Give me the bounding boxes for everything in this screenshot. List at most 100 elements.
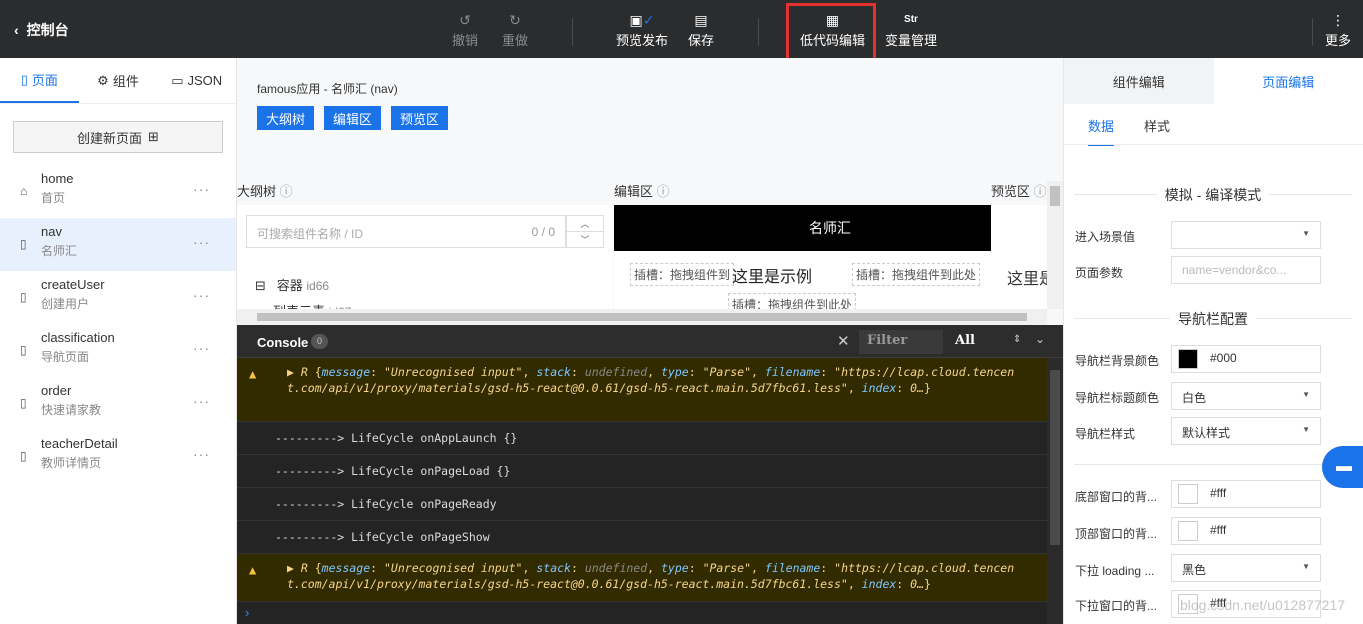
toggle-editor-button[interactable]: 编辑区: [324, 106, 382, 130]
tab-page-edit[interactable]: 页面编辑: [1213, 58, 1363, 104]
example-text: 这里是示例: [732, 269, 813, 286]
page-more-button[interactable]: ···: [193, 393, 210, 409]
tab-json[interactable]: ▭ JSON: [157, 58, 236, 103]
nav-title-color-select[interactable]: 白色 ▼: [1171, 382, 1321, 410]
console-warning-row[interactable]: ▲ ▶ R {message: "Unrecognised input", st…: [237, 554, 1063, 602]
warning-icon: ▲: [249, 563, 257, 577]
expand-triangle-icon[interactable]: ▶: [287, 365, 294, 379]
page-more-button[interactable]: ···: [193, 181, 210, 197]
view-toggle-group: 大纲树 编辑区 预览区: [257, 106, 449, 130]
page-params-input[interactable]: name=vendor&co...: [1171, 256, 1321, 284]
annotation-highlight-box: [786, 3, 876, 61]
workspace-horizontal-scrollbar[interactable]: [237, 309, 1047, 325]
console-log-row: ---------> LifeCycle onPageLoad {}: [237, 455, 1063, 488]
console-prompt-input[interactable]: ›: [245, 605, 249, 620]
editor-heading: 编辑区 ⓘ: [614, 181, 670, 200]
create-new-page-button[interactable]: 创建新页面 ⊞: [13, 121, 223, 153]
bottom-bg-color-input[interactable]: #fff: [1171, 480, 1321, 508]
page-icon: ▯: [20, 71, 28, 87]
warn-message: "Unrecognised input": [384, 561, 523, 575]
pulldown-loading-select[interactable]: 黑色 ▼: [1171, 554, 1321, 582]
warn-type: "Parse": [702, 561, 752, 575]
preview-publish-button[interactable]: ▣✓ 预览发布: [616, 10, 668, 49]
undo-button[interactable]: ↺ 撤销: [452, 10, 478, 49]
toggle-outline-button[interactable]: 大纲树: [257, 106, 315, 130]
slot-dropzone[interactable]: 插槽：拖拽组件到此处: [852, 263, 981, 286]
page-item-home[interactable]: ⌂ home 首页 ···: [0, 165, 236, 218]
scene-value-select[interactable]: ▼: [1171, 221, 1321, 249]
str-variable-icon: Str: [904, 14, 918, 25]
page-more-button[interactable]: ···: [193, 234, 210, 250]
nav-title-color-value: 白色: [1182, 391, 1207, 405]
pulldown-loading-value: 黑色: [1182, 563, 1207, 577]
search-count: 0 / 0: [531, 225, 555, 239]
left-tabs: ▯ 页面 ⚙ 组件 ▭ JSON: [0, 58, 236, 104]
toggle-preview-button[interactable]: 预览区: [391, 106, 449, 130]
collapse-icon[interactable]: ⊟: [255, 278, 266, 293]
warning-icon: ▲: [249, 367, 257, 381]
search-stepper[interactable]: ︿ ﹀: [566, 215, 604, 248]
console-warning-row[interactable]: ▲ ▶ R {message: "Unrecognised input", st…: [237, 358, 1063, 422]
section-navbar: 导航栏配置: [1074, 309, 1352, 329]
tree-node-container[interactable]: ⊟ 容器 id66: [255, 275, 329, 294]
page-more-button[interactable]: ···: [193, 287, 210, 303]
expand-triangle-icon[interactable]: ▶: [287, 561, 294, 575]
page-item-createuser[interactable]: ▯ createUser 创建用户 ···: [0, 271, 236, 324]
color-swatch[interactable]: [1178, 349, 1198, 369]
chevron-down-icon[interactable]: ⌄: [1035, 332, 1045, 346]
page-more-button[interactable]: ···: [193, 340, 210, 356]
subtab-style[interactable]: 样式: [1144, 116, 1170, 146]
page-more-button[interactable]: ···: [193, 446, 210, 462]
scrollbar-thumb[interactable]: [1050, 186, 1060, 206]
scrollbar-thumb[interactable]: [257, 313, 1027, 321]
save-icon: ▤: [694, 12, 708, 28]
component-search-input[interactable]: 可搜索组件名称 / ID 0 / 0: [246, 215, 566, 248]
pulldown-loading-label: 下拉 loading ...: [1075, 564, 1155, 578]
slot-dropzone[interactable]: 插槽：拖拽组件到: [630, 263, 735, 286]
console-filter-input[interactable]: Filter: [859, 330, 943, 354]
console-title: Console: [257, 335, 309, 350]
home-icon: ⌂: [20, 184, 28, 198]
chevron-down-icon[interactable]: ﹀: [567, 232, 603, 248]
warn-message: "Unrecognised input": [384, 365, 523, 379]
console-scrollbar[interactable]: [1047, 358, 1063, 624]
watermark: blog.csdn.net/u012877217: [1180, 597, 1346, 613]
tab-components-label: 组件: [112, 74, 139, 89]
tab-components[interactable]: ⚙ 组件: [79, 58, 158, 103]
chat-support-icon[interactable]: ▬: [1322, 446, 1363, 488]
scrollbar-thumb[interactable]: [1050, 370, 1060, 545]
more-menu-button[interactable]: ⋮ 更多: [1325, 10, 1351, 49]
preview-check-icon: ▣✓: [629, 12, 655, 28]
close-icon[interactable]: ✕: [837, 332, 850, 350]
page-item-nav[interactable]: ▯ nav 名师汇 ···: [0, 218, 236, 271]
subtab-data[interactable]: 数据: [1088, 116, 1115, 146]
editor-canvas[interactable]: 名师汇 插槽：拖拽组件到 这里是示例 插槽：拖拽组件到此处 插槽：拖拽组件到此处: [614, 205, 1046, 309]
slot-dropzone[interactable]: 插槽：拖拽组件到此处: [728, 293, 857, 309]
workspace-vertical-scrollbar[interactable]: [1047, 181, 1063, 309]
nav-style-select[interactable]: 默认样式 ▼: [1171, 417, 1321, 445]
top-bg-color-input[interactable]: #fff: [1171, 517, 1321, 545]
preview-text: 这里是: [1007, 271, 1047, 288]
warn-prefix: R: [300, 365, 308, 379]
page-item-classification[interactable]: ▯ classification 导航页面 ···: [0, 324, 236, 377]
caret-down-icon: ▼: [1302, 562, 1310, 571]
save-button[interactable]: ▤ 保存: [688, 10, 714, 49]
color-swatch[interactable]: [1178, 484, 1198, 504]
page-item-teacherdetail[interactable]: ▯ teacherDetail 教师详情页 ···: [0, 430, 236, 483]
divider: [1074, 464, 1352, 465]
page-item-order[interactable]: ▯ order 快速请家教 ···: [0, 377, 236, 430]
preview-pane: 这里是: [991, 205, 1047, 309]
log-level-select[interactable]: All: [955, 333, 975, 348]
undo-label: 撤销: [452, 33, 479, 48]
tab-pages-label: 页面: [31, 73, 58, 88]
variable-management-button[interactable]: Str 变量管理: [885, 10, 937, 49]
redo-button[interactable]: ↻ 重做: [502, 10, 528, 49]
tab-component-edit[interactable]: 组件编辑: [1064, 58, 1214, 104]
nav-bg-color-input[interactable]: #000: [1171, 345, 1321, 373]
bottom-bg-value: #fff: [1210, 486, 1227, 501]
color-swatch[interactable]: [1178, 521, 1198, 541]
chevron-up-icon[interactable]: ︿: [567, 216, 603, 232]
caret-down-icon: ▼: [1302, 390, 1310, 399]
back-to-console-button[interactable]: ‹ 控制台: [14, 20, 69, 40]
tab-pages[interactable]: ▯ 页面: [0, 58, 79, 103]
